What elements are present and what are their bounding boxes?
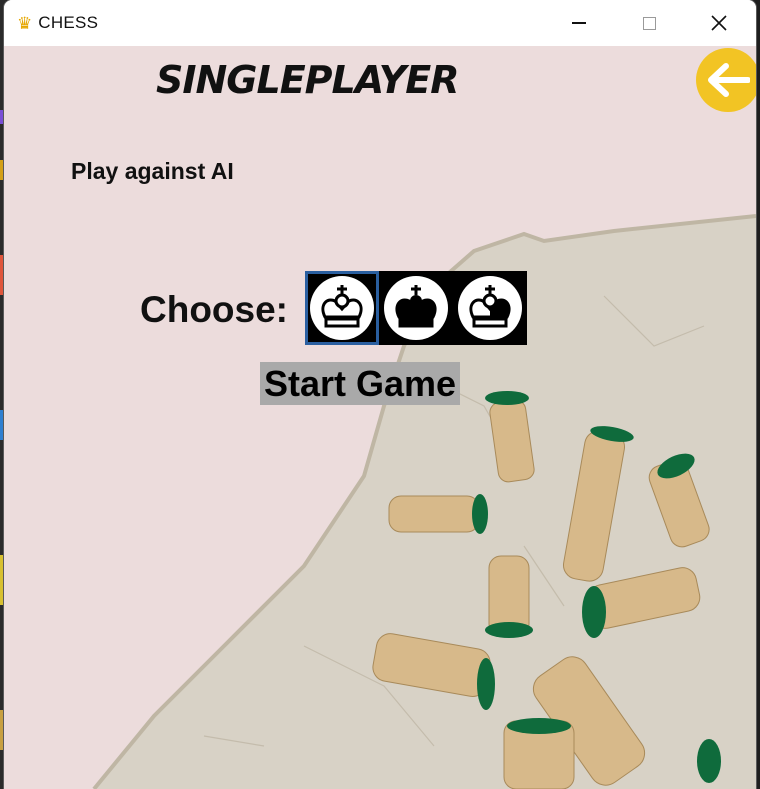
white-side-option[interactable] [305,271,379,345]
singleplayer-screen: SINGLEPLAYER Play against AI Choose: Sta… [4,46,756,789]
window-title: CHESS [38,13,99,32]
white-king-icon [310,276,374,340]
black-side-option[interactable] [379,271,453,345]
arrow-left-icon [708,63,750,97]
choose-label: Choose: [140,289,288,330]
maximize-button[interactable] [626,0,672,46]
maximize-icon [642,16,656,30]
crown-icon: ♛ [17,13,33,33]
mode-subtitle: Play against AI [71,158,234,184]
minimize-icon [572,22,586,24]
back-button[interactable] [696,48,756,112]
app-window: ♛ CHESS SINGLEPLAYER Play against AI Cho… [4,0,756,789]
side-picker [305,271,527,345]
black-king-icon [384,276,448,340]
title-bar: ♛ CHESS [4,0,756,46]
page-title: SINGLEPLAYER [156,58,460,102]
random-side-option[interactable] [453,271,527,345]
minimize-button[interactable] [556,0,602,46]
random-king-icon [458,276,522,340]
close-button[interactable] [696,0,742,46]
start-game-button[interactable]: Start Game [260,362,461,405]
close-icon [711,15,727,31]
